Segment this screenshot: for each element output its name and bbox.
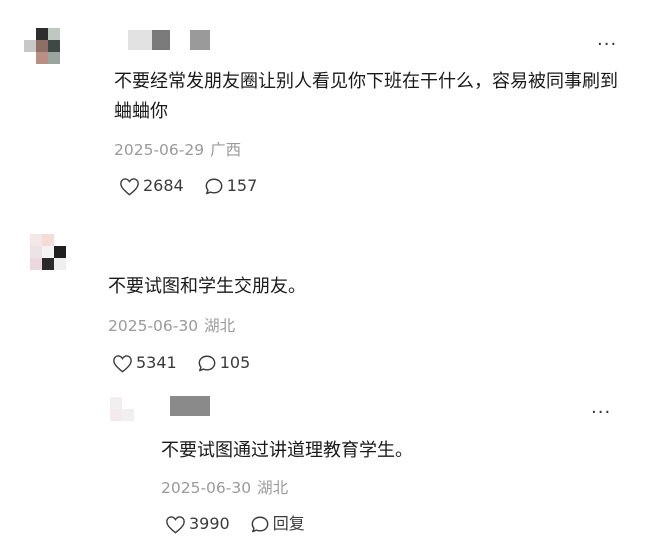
comment-text: 不要试图通过讲道理教育学生。 [161,440,413,461]
comment-meta: 2025-06-30 湖北 [161,478,288,498]
like-count: 3990 [189,514,230,533]
heart-outline-icon [120,177,139,196]
speech-bubble-icon [251,516,269,532]
comment-meta: 2025-06-30 湖北 [108,316,235,336]
comment-location: 广西 [210,141,242,159]
like-count: 5341 [136,353,177,372]
comment-date: 2025-06-30 [108,317,199,335]
comment-location: 湖北 [257,479,289,497]
like-button[interactable]: 2684 [119,176,184,196]
comment-actions: 3990 回复 [165,514,305,534]
more-dots-icon[interactable]: ··· [597,36,617,54]
comment-actions: 2684 157 [119,176,257,196]
reply-count: 157 [226,176,258,195]
avatar[interactable] [110,397,146,433]
like-button[interactable]: 5341 [112,353,177,373]
reply-button[interactable]: 回复 [250,514,305,534]
username-pixelated[interactable] [170,396,210,416]
comment-meta: 2025-06-29 广西 [114,140,241,160]
username-pixelated[interactable] [128,30,210,50]
reply-button[interactable]: 157 [204,176,258,196]
comment-text: 不要试图和学生交朋友。 [108,276,306,297]
more-dots-icon[interactable]: ··· [591,404,611,422]
comment-date: 2025-06-30 [161,479,252,497]
comment-text: 不要经常发朋友圈让别人看见你下班在干什么，容易被同事刷到蛐蛐你 [114,71,618,122]
like-count: 2684 [143,176,184,195]
reply-button[interactable]: 105 [197,353,251,373]
avatar[interactable] [24,28,72,76]
like-button[interactable]: 3990 [165,514,230,534]
speech-bubble-icon [205,178,223,194]
comment-location: 湖北 [204,317,236,335]
speech-bubble-icon [198,355,216,371]
avatar[interactable] [18,234,66,282]
heart-outline-icon [113,354,132,373]
comment-actions: 5341 105 [112,353,250,373]
comment-date: 2025-06-29 [114,141,205,159]
reply-count: 105 [219,353,251,372]
heart-outline-icon [166,515,185,534]
reply-label: 回复 [272,514,305,533]
